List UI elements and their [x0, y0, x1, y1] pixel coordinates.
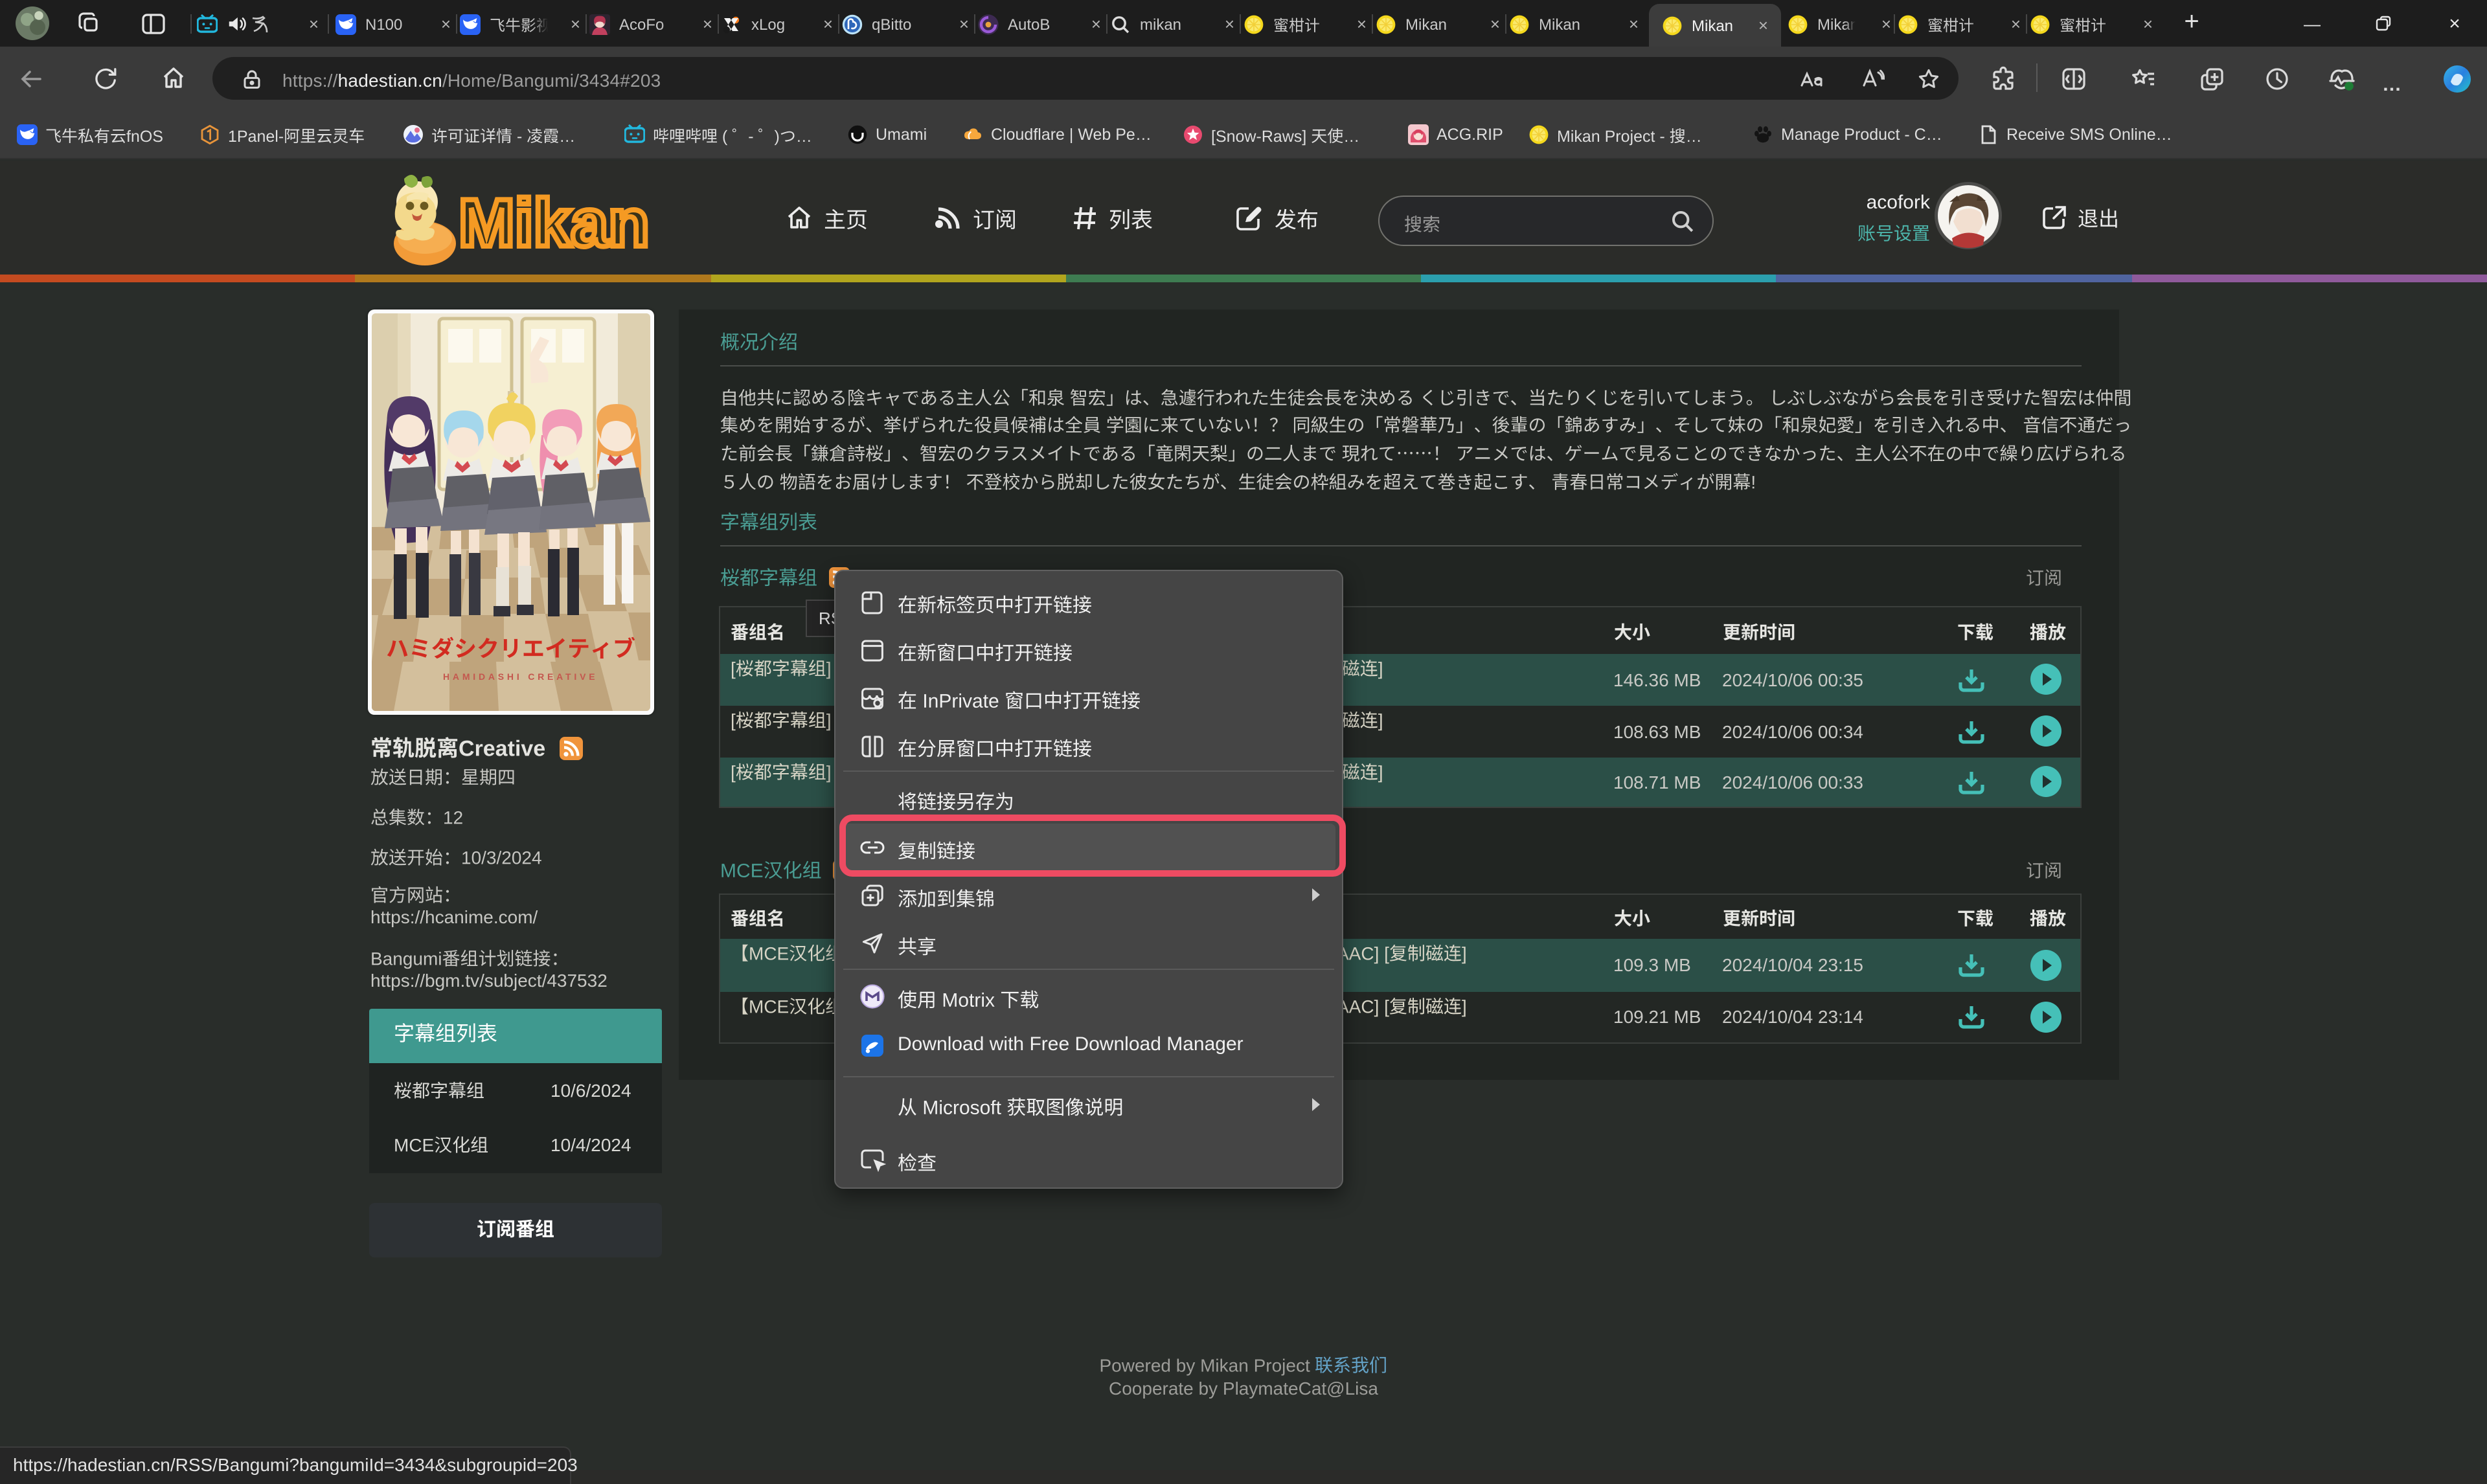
svg-text:Mikan: Mikan [459, 186, 650, 261]
svg-text:HAMIDASHI CREATIVE: HAMIDASHI CREATIVE [443, 671, 598, 682]
